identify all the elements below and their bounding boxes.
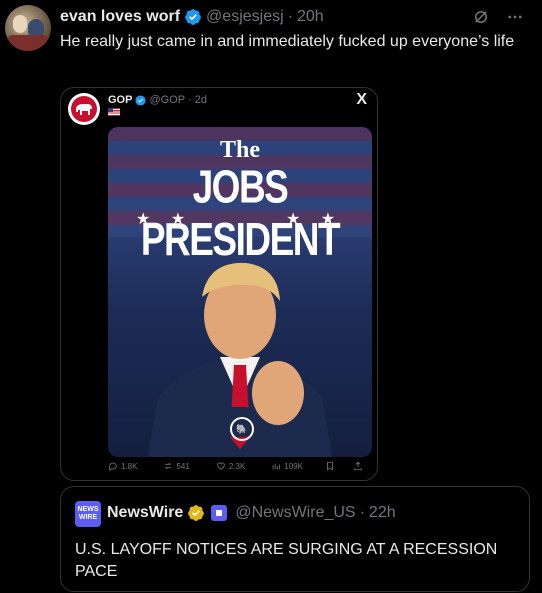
jobs-president-poster: The JOBS PRESIDENT ★ ★ ★ ★ 🐘 xyxy=(108,127,372,457)
quoted-separator: · xyxy=(359,504,365,521)
quoted-text: U.S. LAYOFF NOTICES ARE SURGING AT A REC… xyxy=(75,541,498,580)
embedded-separator: · xyxy=(188,94,192,106)
quoted-header: NewsWire @NewsWire_US · 22h xyxy=(107,504,396,522)
repost-icon xyxy=(165,462,172,470)
reply-icon xyxy=(109,462,117,471)
verified-badge-icon xyxy=(135,94,146,106)
poster-line-1: The xyxy=(219,137,260,163)
embedded-actions: 1.8K 541 2.3K 109K xyxy=(108,461,372,471)
tweet-text: He really just came in and immediately f… xyxy=(60,33,515,50)
reply-stat: 1.8K xyxy=(108,461,137,471)
stars-left: ★ ★ xyxy=(136,211,194,228)
tweet-top-actions xyxy=(470,6,526,28)
views-count: 109K xyxy=(284,461,303,471)
tweet-header: evan loves worf @esjesjesj · 20h xyxy=(60,6,324,28)
embedded-time: 2d xyxy=(194,94,207,106)
embedded-header: GOP @GOP · 2d xyxy=(108,94,207,106)
bookmark-icon xyxy=(327,461,333,471)
bookmark-stat xyxy=(325,461,335,471)
repost-stat: 541 xyxy=(163,461,190,471)
quoted-handle[interactable]: @NewsWire_US xyxy=(235,504,355,522)
elephant-icon xyxy=(76,104,92,115)
like-stat: 2.3K xyxy=(216,461,245,471)
grok-icon[interactable] xyxy=(470,6,492,28)
gop-avatar[interactable] xyxy=(68,93,100,125)
gop-seal-icon: 🐘 xyxy=(230,417,254,441)
us-flag-icon xyxy=(108,108,120,116)
repost-count: 541 xyxy=(176,461,190,471)
stars-right: ★ ★ xyxy=(286,211,344,228)
post-time[interactable]: 20h xyxy=(297,8,324,26)
like-count: 2.3K xyxy=(228,461,246,471)
embedded-handle: @GOP xyxy=(149,94,186,106)
gold-verified-icon xyxy=(188,505,205,521)
embedded-post-image[interactable]: GOP @GOP · 2d X The JOBS PRESIDENT ★ ★ ★… xyxy=(60,87,378,481)
quoted-author-name[interactable]: NewsWire xyxy=(107,504,183,522)
embedded-author-name: GOP xyxy=(108,94,133,106)
x-logo-icon: X xyxy=(356,91,367,108)
separator-dot: · xyxy=(287,8,293,25)
quoted-time[interactable]: 22h xyxy=(369,504,396,522)
heart-icon xyxy=(217,462,225,470)
more-options-icon[interactable] xyxy=(504,6,526,28)
author-handle[interactable]: @esjesjesj xyxy=(206,8,284,26)
affiliation-badge-icon xyxy=(211,505,228,521)
views-icon xyxy=(272,463,281,470)
share-stat xyxy=(353,461,363,471)
author-name[interactable]: evan loves worf xyxy=(60,8,180,26)
reply-count: 1.8K xyxy=(121,461,138,471)
newswire-avatar[interactable]: NEWS WIRE xyxy=(75,501,101,527)
author-avatar[interactable] xyxy=(5,5,51,51)
verified-badge-icon xyxy=(185,9,201,25)
share-icon xyxy=(354,461,362,471)
quoted-post[interactable]: NEWS WIRE NewsWire @NewsWire_US · 22h U.… xyxy=(60,486,530,592)
views-stat: 109K xyxy=(271,461,303,471)
